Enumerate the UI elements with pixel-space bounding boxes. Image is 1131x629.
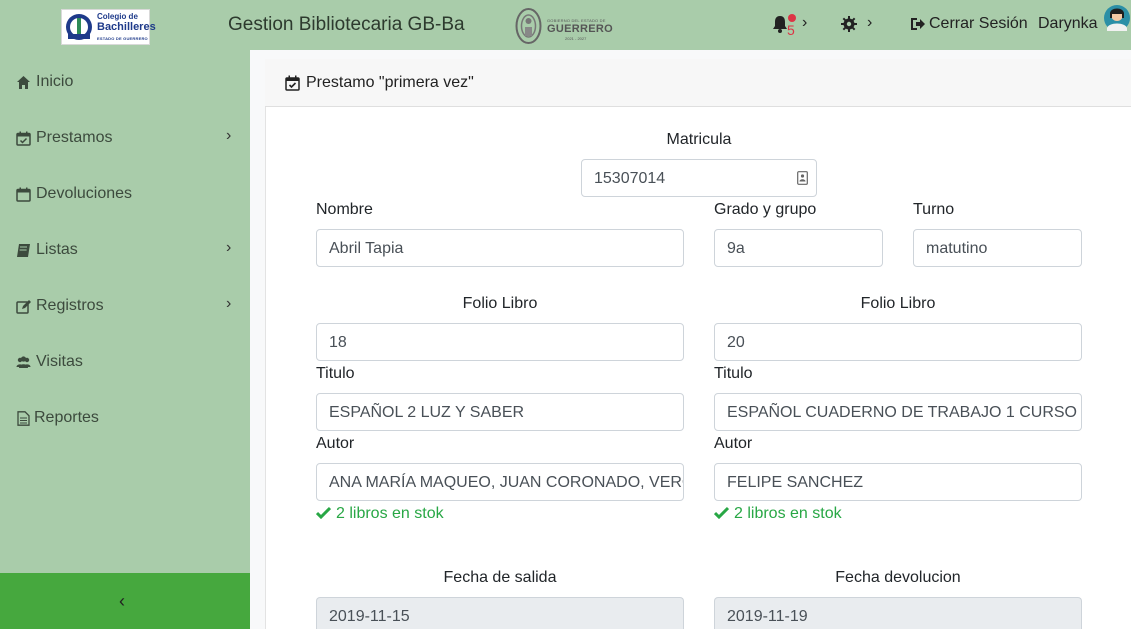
file-text-icon [17,411,30,426]
autor-input-1[interactable]: ANA MARÍA MAQUEO, JUAN CORONADO, VERÓNIC… [316,463,684,501]
book-icon [17,244,30,257]
fecha-devolucion-input[interactable]: 2019-11-19 [714,597,1082,629]
guerrero-seal-icon [515,8,542,44]
users-icon [16,356,31,368]
card-title: Prestamo "primera vez" [306,74,474,91]
folio-input-1[interactable]: 18 [316,323,684,361]
calendar-icon [16,187,31,202]
nombre-input[interactable]: Abril Tapia [316,229,684,267]
colegio-logo[interactable]: Colegio de Bachilleres ESTADO DE GUERRER… [61,9,156,45]
colegio-emblem-icon [66,14,92,40]
sign-out-icon[interactable] [910,17,926,31]
fecha-salida-label: Fecha de salida [443,569,557,586]
sidebar-item-label: Visitas [36,353,83,370]
titulo-label: Titulo [316,365,355,382]
matricula-value: 15307014 [594,170,666,187]
fecha-devolucion-value: 2019-11-19 [727,608,808,625]
nombre-label: Nombre [316,201,373,218]
home-icon [17,76,30,89]
titulo-value: ESPAÑOL CUADERNO DE TRABAJO 1 CURSO [727,404,1077,421]
card-header: Prestamo "primera vez" [265,59,1131,107]
chevron-right-icon: › [226,239,232,256]
autor-label: Autor [714,435,753,452]
sidebar-item-label: Reportes [34,409,99,426]
titulo-value: ESPAÑOL 2 LUZ Y SABER [329,404,525,421]
notification-dot [788,14,796,22]
sidebar-item-label: Registros [36,297,104,314]
grado-value: 9a [727,240,745,257]
nombre-value: Abril Tapia [329,240,404,257]
sidebar-item-label: Prestamos [36,129,113,146]
gov-name: GUERRERO [547,23,613,35]
logo-line3: ESTADO DE GUERRERO [97,36,148,41]
turno-value: matutino [926,240,988,257]
matricula-label: Matricula [666,131,732,148]
user-name[interactable]: Darynka [1038,15,1098,33]
grado-input[interactable]: 9a [714,229,883,267]
sidebar-item-label: Devoluciones [36,185,133,202]
chevron-right-icon: › [226,127,232,144]
turno-input[interactable]: matutino [913,229,1082,267]
sidebar-item-devoluciones[interactable]: Devoluciones [0,165,250,221]
sidebar-item-label: Inicio [36,73,74,90]
calendar-check-icon [16,131,31,146]
sidebar-item-label: Listas [36,241,78,258]
fecha-salida-value: 2019-11-15 [329,608,410,625]
user-avatar[interactable] [1103,4,1131,34]
stock-text: 2 libros en stok [336,505,444,522]
check-icon [714,506,729,519]
chevron-right-icon[interactable]: › [867,14,872,32]
gear-icon[interactable] [841,16,857,32]
app-title: Gestion Bibliotecaria GB-Ba [228,14,465,35]
stock-text: 2 libros en stok [734,505,842,522]
sidebar-item-prestamos[interactable]: Prestamos › [0,109,250,165]
check-icon [316,506,331,519]
chevron-right-icon: › [226,295,232,312]
sidebar-item-inicio[interactable]: Inicio [0,53,250,109]
folio-label: Folio Libro [860,295,936,312]
sidebar-item-reportes[interactable]: Reportes [0,389,250,445]
sidebar-item-registros[interactable]: Registros › [0,277,250,333]
sidebar-item-visitas[interactable]: Visitas [0,333,250,389]
edit-icon [16,300,31,314]
stock-status-2: 2 libros en stok [714,505,842,523]
logout-link[interactable]: Cerrar Sesión [929,15,1028,33]
fecha-salida-input[interactable]: 2019-11-15 [316,597,684,629]
stock-status-1: 2 libros en stok [316,505,444,523]
sidebar-item-listas[interactable]: Listas › [0,221,250,277]
chevron-right-icon[interactable]: › [802,14,807,32]
logo-line2: Bachilleres [97,21,156,33]
autor-label: Autor [316,435,355,452]
notification-count: 5 [787,22,795,38]
autor-value: ANA MARÍA MAQUEO, JUAN CORONADO, VERÓNIC… [329,474,683,491]
matricula-input[interactable]: 15307014 [581,159,817,197]
fecha-devolucion-label: Fecha devolucion [835,569,961,586]
sidebar-collapse-button[interactable]: ‹ [0,573,250,629]
folio-label: Folio Libro [462,295,538,312]
titulo-label: Titulo [714,365,753,382]
contact-card-icon [797,171,808,185]
calendar-check-icon [285,75,300,91]
titulo-input-1[interactable]: ESPAÑOL 2 LUZ Y SABER [316,393,684,431]
folio-value: 20 [727,334,745,351]
grado-label: Grado y grupo [714,201,817,218]
titulo-input-2[interactable]: ESPAÑOL CUADERNO DE TRABAJO 1 CURSO [714,393,1082,431]
folio-value: 18 [329,334,347,351]
logo-line1: Colegio de [97,12,138,21]
folio-input-2[interactable]: 20 [714,323,1082,361]
autor-input-2[interactable]: FELIPE SANCHEZ [714,463,1082,501]
top-navbar: Colegio de Bachilleres ESTADO DE GUERRER… [0,0,1131,50]
gov-years: 2021 - 2027 [565,36,587,41]
sidebar: Inicio Prestamos › Devoluciones Listas › [0,50,250,629]
chevron-left-icon: ‹ [119,591,125,611]
turno-label: Turno [913,201,955,218]
autor-value: FELIPE SANCHEZ [727,474,864,491]
